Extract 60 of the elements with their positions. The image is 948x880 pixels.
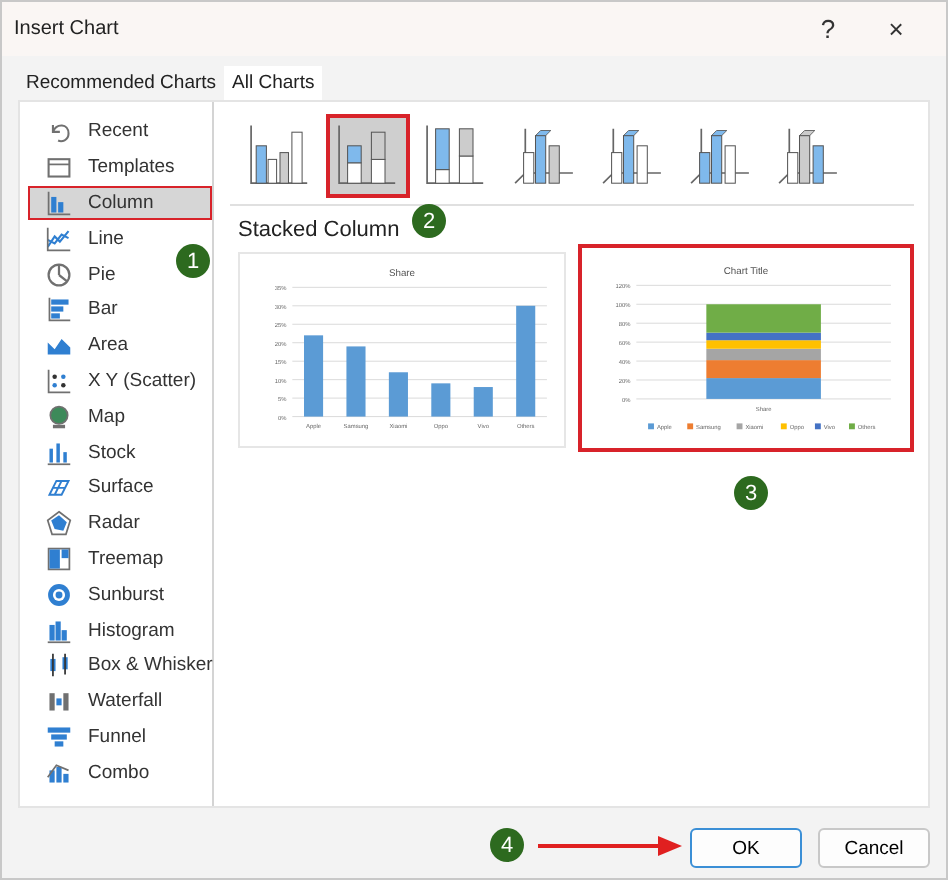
bar (706, 378, 821, 399)
legend-marker (780, 423, 787, 430)
globe-icon (46, 403, 72, 430)
legend-marker (648, 423, 654, 430)
chart-type-item[interactable]: Sunburst (28, 576, 175, 613)
chart-type-item[interactable]: Treemap (28, 541, 174, 577)
stock-chart-icon (46, 439, 72, 466)
chart-type-item[interactable]: Pie (28, 256, 126, 292)
funnel-chart-icon (46, 723, 72, 750)
legend-marker (849, 423, 855, 430)
legend-marker (814, 423, 821, 430)
chart-type-item[interactable]: Area (28, 327, 139, 364)
bar (473, 387, 493, 417)
chart-type-item[interactable]: Bar (28, 291, 128, 328)
chart-type-item[interactable]: Recent (28, 114, 159, 150)
box-plot-icon (46, 652, 72, 679)
chart-type-item[interactable]: Stock (28, 434, 146, 470)
line-chart-icon (46, 225, 72, 252)
pie-chart-icon (46, 261, 72, 288)
scatter-chart-icon (46, 367, 72, 394)
waterfall-chart-icon (46, 688, 72, 715)
arrow (538, 836, 682, 856)
chart-type-item[interactable]: Surface (28, 469, 164, 506)
bar (516, 305, 536, 417)
bar-chart-icon (46, 296, 72, 323)
chart-subtype-option[interactable] (326, 114, 410, 198)
step-number: 4 (490, 828, 524, 862)
tab[interactable]: Recommended Charts (18, 66, 225, 100)
bar (346, 346, 366, 417)
chart-type-item[interactable]: Combo (28, 754, 160, 791)
bar (388, 372, 408, 417)
bar (431, 383, 451, 417)
chart-type-item[interactable]: X Y (Scatter) (28, 363, 207, 399)
chart-type-item[interactable]: Column (28, 185, 212, 221)
chart-type-item[interactable]: Waterfall (28, 683, 173, 720)
dialog-button[interactable]: Cancel (818, 828, 930, 868)
histogram-icon (46, 617, 72, 644)
tab[interactable]: All Charts (224, 66, 323, 100)
chart-type-item[interactable]: Templates (28, 149, 185, 186)
chart-type-item[interactable]: Funnel (28, 719, 157, 755)
chart-type-item[interactable]: Line (28, 220, 134, 257)
chart-type-item[interactable]: Box & Whisker (28, 647, 223, 684)
section-title: Stacked Column (238, 218, 400, 242)
combo-chart-icon (46, 759, 72, 786)
dialog-button[interactable]: OK (690, 828, 802, 868)
treemap-icon (46, 545, 72, 572)
sunburst-icon (46, 581, 72, 608)
legend-marker (736, 423, 743, 430)
legend-marker (687, 423, 694, 430)
help-button[interactable]: ? (794, 7, 862, 51)
column-chart-icon (46, 189, 72, 216)
close-button[interactable]: × (862, 7, 930, 51)
radar-chart-icon (46, 510, 72, 537)
chart-type-item[interactable]: Map (28, 398, 135, 435)
chart-type-item[interactable]: Histogram (28, 612, 185, 648)
template-icon (46, 154, 72, 181)
bar (304, 335, 324, 417)
surface-chart-icon (46, 474, 72, 501)
window-title: Insert Chart (14, 18, 119, 40)
chart-type-item[interactable]: Radar (28, 505, 150, 542)
